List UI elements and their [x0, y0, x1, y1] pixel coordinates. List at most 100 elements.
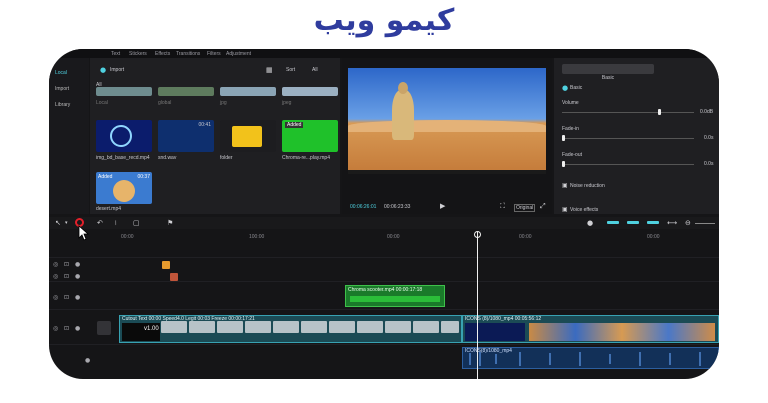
properties-panel: Basic ● Basic Volume 0.0dB Fade-in 0.0s …: [554, 58, 719, 214]
menu-text[interactable]: Text: [111, 51, 120, 57]
clip-name: global: [158, 100, 172, 106]
clip-duration: 00:41: [198, 122, 211, 128]
audio-clip[interactable]: ICONS(8)/1080_mp4: [462, 347, 719, 369]
playhead[interactable]: [477, 232, 478, 379]
lock-icon[interactable]: ◎: [53, 325, 58, 332]
fadeout-slider[interactable]: [562, 164, 694, 165]
clip-name: jpeg: [282, 100, 292, 106]
clip-thumbnail[interactable]: [96, 120, 152, 152]
main-clip-overlay: v1.00: [144, 326, 159, 332]
menu-transitions[interactable]: Transitions: [176, 51, 200, 57]
sidebar-item-local[interactable]: Local: [55, 70, 67, 76]
import-label: Import: [110, 67, 125, 73]
effect-clip[interactable]: [170, 273, 178, 281]
undo-icon[interactable]: ↶: [97, 219, 103, 227]
link-toggle[interactable]: [607, 221, 619, 224]
clip-name: Chroma-re...play.mp4: [282, 155, 330, 161]
clip-badge: Added: [98, 174, 113, 180]
fadein-knob[interactable]: [562, 135, 565, 141]
waveform-bar: [519, 352, 521, 366]
select-tool-icon[interactable]: ↖: [55, 219, 61, 227]
eye-icon[interactable]: ●: [75, 273, 80, 280]
sidebar-item-import[interactable]: Import: [55, 86, 69, 92]
clip-thumbnail[interactable]: [282, 87, 338, 96]
chroma-clip[interactable]: Chroma scooter.mp4 00:00:17:18: [345, 285, 445, 307]
voice-label: Voice effects: [570, 207, 599, 213]
volume-slider[interactable]: [562, 112, 694, 113]
chevron-down-icon[interactable]: ▾: [65, 219, 68, 227]
basic-section-label: Basic: [570, 85, 583, 91]
marker-icon[interactable]: ⚑: [167, 219, 173, 227]
split-icon[interactable]: ⧘: [115, 219, 116, 227]
zoom-slider[interactable]: [695, 223, 715, 224]
fullscreen-frame-icon[interactable]: ⛶: [500, 202, 505, 210]
menu-stickers[interactable]: Stickers: [129, 51, 147, 57]
play-icon[interactable]: ▶: [440, 202, 445, 210]
preview-toggle[interactable]: [647, 221, 659, 224]
grid-view-icon[interactable]: ▦: [266, 66, 273, 74]
player-panel: 00:06:26:01 00:06:23:33 ▶ ⛶ Original ⤢: [342, 58, 552, 214]
cover-button[interactable]: [97, 321, 111, 335]
original-button[interactable]: Original: [514, 204, 536, 212]
delete-icon[interactable]: ▢: [133, 219, 140, 227]
eye-icon[interactable]: ●: [75, 294, 80, 301]
lock-icon[interactable]: ◎: [53, 273, 58, 280]
clip-thumbnail[interactable]: [220, 87, 276, 96]
menu-filters[interactable]: Filters: [207, 51, 221, 57]
second-video-clip[interactable]: ICONS (8)/1080_mp4 00:05:56:12: [462, 315, 719, 343]
sticker-clip[interactable]: [162, 261, 170, 269]
playhead-handle[interactable]: [474, 231, 481, 238]
fadeout-value[interactable]: 0.0s: [704, 161, 713, 167]
clip-name: desert.mp4: [96, 206, 122, 212]
clip-thumbnail[interactable]: 00:41: [158, 120, 214, 152]
ruler-tick: 100:00: [249, 234, 265, 240]
film-frame: [413, 321, 439, 333]
sort-button[interactable]: Sort: [286, 67, 295, 73]
eye-icon[interactable]: ●: [75, 325, 80, 332]
menu-effects[interactable]: Effects: [155, 51, 170, 57]
menu-adjustment[interactable]: Adjustment: [226, 51, 251, 57]
waveform-bar: [699, 352, 701, 366]
audio-toggle-icon[interactable]: ⟷: [667, 219, 677, 227]
clip-name: snd.wav: [158, 155, 177, 161]
clip-thumbnail[interactable]: Added 00:37: [96, 172, 152, 204]
film-frame: [217, 321, 243, 333]
zoom-out-icon[interactable]: ⊖: [685, 219, 691, 227]
mouse-cursor-icon: [78, 225, 90, 241]
timeline-toolbar: ↖ ▾ ↶ ⧘ ▢ ⚑ ● ⟷ ⊖: [49, 217, 719, 229]
snap-toggle[interactable]: [627, 221, 639, 224]
banner: كيمو ويب: [0, 0, 768, 44]
fadeout-label: Fade-out: [562, 152, 583, 158]
banner-title: كيمو ويب: [313, 3, 455, 38]
film-frame: [385, 321, 411, 333]
lock-icon[interactable]: ◎: [53, 261, 58, 268]
clip-duration: 00:37: [137, 174, 150, 180]
clip-thumbnail[interactable]: [158, 87, 214, 96]
clip-thumbnail[interactable]: Added: [282, 120, 338, 152]
noise-checkbox[interactable]: ▣: [562, 182, 568, 190]
volume-knob[interactable]: [658, 109, 661, 115]
fadein-slider[interactable]: [562, 138, 694, 139]
sidebar-item-library[interactable]: Library: [55, 102, 70, 108]
clip-thumbnail[interactable]: [220, 120, 276, 152]
eye-icon[interactable]: ●: [75, 261, 80, 268]
ruler-tick: 00:00: [121, 234, 134, 240]
volume-value[interactable]: 0.0dB: [700, 109, 713, 115]
lock-icon[interactable]: ⊡: [64, 325, 69, 332]
fadein-value[interactable]: 0.0s: [704, 135, 713, 141]
basic-section-icon: ●: [562, 84, 569, 92]
clip-thumbnail[interactable]: [96, 87, 152, 96]
lock-icon[interactable]: ⊡: [64, 273, 69, 280]
lock-icon[interactable]: ⊡: [64, 261, 69, 268]
eye-icon[interactable]: ●: [85, 357, 90, 364]
filter-button[interactable]: All: [312, 67, 318, 73]
preview-frame: [348, 68, 546, 174]
lock-icon[interactable]: ◎: [53, 294, 58, 301]
voice-checkbox[interactable]: ▣: [562, 206, 568, 214]
waveform-bar: [549, 353, 551, 365]
expand-icon[interactable]: ⤢: [540, 202, 546, 210]
lock-icon[interactable]: ⊡: [64, 294, 69, 301]
fadeout-knob[interactable]: [562, 161, 565, 167]
tab-basic[interactable]: Basic: [562, 64, 654, 81]
mic-icon[interactable]: ●: [587, 219, 593, 227]
